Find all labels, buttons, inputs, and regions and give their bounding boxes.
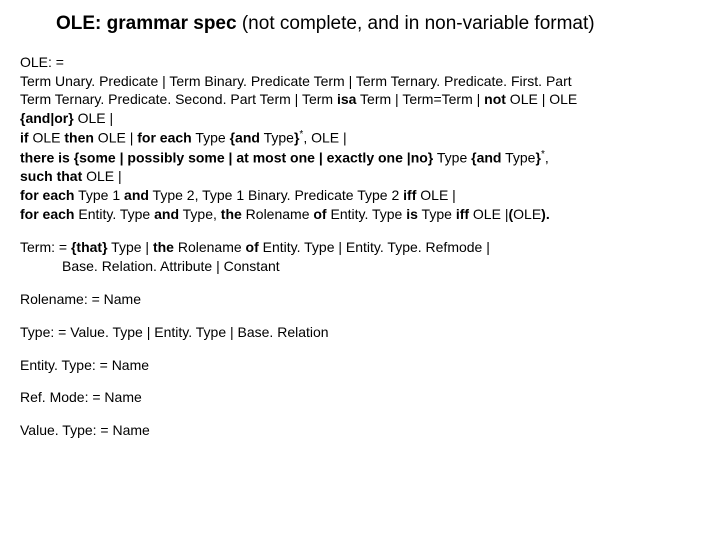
- ole-line-5: if OLE then OLE | for each Type {and Typ…: [20, 128, 700, 148]
- refmode-production: Ref. Mode: = Name: [20, 388, 700, 407]
- title-rest: (not complete, and in non-variable forma…: [237, 13, 595, 34]
- ole-line-4: {and|or} OLE |: [20, 109, 700, 128]
- entitytype-production: Entity. Type: = Name: [20, 356, 700, 375]
- type-production: Type: = Value. Type | Entity. Type | Bas…: [20, 323, 700, 342]
- term-production: Term: = {that} Type | the Rolename of En…: [20, 238, 700, 276]
- ole-line-7: such that OLE |: [20, 167, 700, 186]
- ole-line-6: there is {some | possibly some | at most…: [20, 148, 700, 168]
- term-line-1: Term: = {that} Type | the Rolename of En…: [20, 238, 700, 257]
- ole-line-2: Term Unary. Predicate | Term Binary. Pre…: [20, 72, 700, 91]
- ole-line-1: OLE: =: [20, 53, 700, 72]
- rolename-production: Rolename: = Name: [20, 290, 700, 309]
- ole-line-3: Term Ternary. Predicate. Second. Part Te…: [20, 90, 700, 109]
- page-title: OLE: grammar spec (not complete, and in …: [20, 12, 700, 37]
- term-line-2: Base. Relation. Attribute | Constant: [20, 257, 700, 276]
- grammar-spec-page: OLE: grammar spec (not complete, and in …: [0, 0, 720, 466]
- ole-line-8: for each Type 1 and Type 2, Type 1 Binar…: [20, 186, 700, 205]
- ole-line-9: for each Entity. Type and Type, the Role…: [20, 205, 700, 224]
- ole-production: OLE: = Term Unary. Predicate | Term Bina…: [20, 53, 700, 224]
- title-bold: OLE: grammar spec: [56, 13, 237, 34]
- valuetype-production: Value. Type: = Name: [20, 421, 700, 440]
